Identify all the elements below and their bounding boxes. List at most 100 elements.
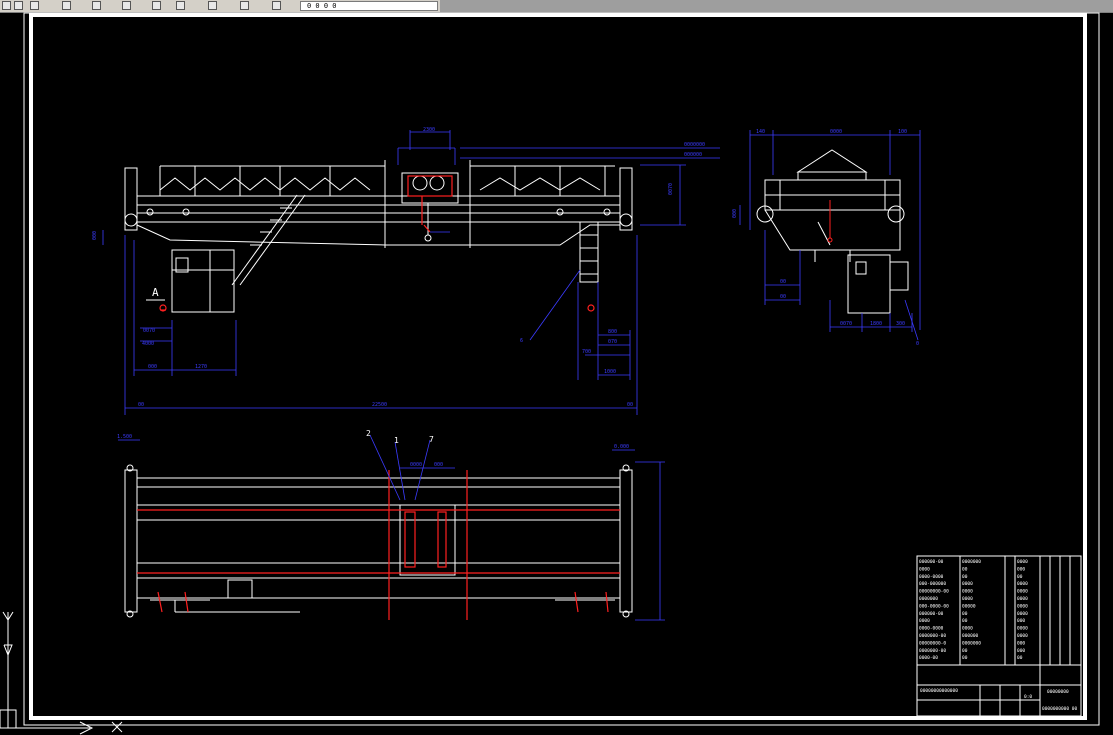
title-block-cell: 0000000-00 [919,648,946,654]
title-block-cell: 0000000 [919,596,938,602]
title-block-cell: 0000 [1017,589,1028,595]
title-block-cell: 0000 [1017,633,1028,639]
plan-dim-top-1: 0000 [410,462,422,468]
front-dim-ll-4: 1270 [195,364,207,370]
title-block-cell: 0000-0000 [919,574,944,580]
title-block-cell: 0000 [1017,626,1028,632]
title-block-cell: 000 [1017,640,1025,646]
side-dim-bottom-1: 00 [780,279,786,285]
title-block-cell: 000 [1017,566,1025,572]
snap-icon[interactable] [272,1,281,10]
plan-elev-right: 0.000 [614,444,629,450]
front-dim-right-1: 0070 [668,183,674,195]
title-block-cell: 0000-00 [919,655,938,661]
title-block-cell: 000000-00 [919,611,944,617]
block-icon[interactable] [30,1,39,10]
drawing-canvas[interactable]: 2300 0000000 000000 0070 000 0070 4000 0… [0,12,1113,735]
title-block-cell: 0000 [1017,603,1028,609]
title-block-cell: 00 [962,611,968,617]
front-dim-ll-3: 000 [148,364,157,370]
grid-icon[interactable] [240,1,249,10]
title-block-rows: 000000-0000000000-0000000-00000000000000… [919,559,1028,661]
front-dim-lr-4: 1000 [604,369,616,375]
title-block-cell: 0000 [1017,559,1028,565]
title-block-cell: 0000000-00 [919,633,946,639]
front-leader-6: 6 [520,338,523,344]
title-block-cell: 00 [1017,574,1023,580]
title-block-cell: 00 [1017,655,1023,661]
title-block-cell: 00 [962,655,968,661]
side-dim-bottom-2: 00 [780,294,786,300]
front-dim-lr-1: 800 [608,329,617,335]
title-block-cell: 00 [962,574,968,580]
zoom-icon[interactable] [152,1,161,10]
title-block-cell: 0000 [962,581,973,587]
title-block-cell: 0000 [1017,596,1028,602]
layer-dropdown[interactable]: 0 0 0 0 [300,1,438,11]
front-dim-span: 22500 [372,402,387,408]
side-view-dim-text: 140 0000 100 000 00 00 0070 1800 300 0 [732,129,919,347]
front-dim-lr-2: 070 [608,339,617,345]
title-block-cell: 0000 [962,596,973,602]
section-label-a: A [152,286,159,299]
title-block-cell: 000000 [962,633,979,639]
title-block-cell: 0000 [919,566,930,572]
plan-callout-2: 2 [366,429,371,438]
side-view-red [827,200,833,243]
title-company: 00000000000000 [920,688,958,694]
plan-callout-1: 1 [394,436,399,445]
title-block-cell: 0000000 [962,640,981,646]
title-drawing-name: 00000000 [1047,689,1069,695]
title-block-cell: 000 [1017,618,1025,624]
title-block-cell: 000000-00 [919,559,944,565]
plan-callout-7: 7 [429,435,434,444]
title-block-cell: 0000 [1017,581,1028,587]
title-block-cell: 0000 [919,618,930,624]
front-view-dim-text: 2300 0000000 000000 0070 000 0070 4000 0… [92,127,705,408]
pan-icon[interactable] [122,1,131,10]
title-block-cell: 000-000000 [919,581,946,587]
front-dim-trolley: 2300 [423,127,435,133]
title-block-cell: 00000000-0 [919,640,946,646]
undo-icon[interactable] [62,1,71,10]
front-dim-left: 000 [92,231,98,240]
title-block-cell: 00 [962,566,968,572]
side-dim-side: 000 [732,209,738,218]
side-leader-label: 0 [916,341,919,347]
front-dim-span-right: 00 [627,402,633,408]
side-view [756,149,909,314]
front-dim-ll-1: 0070 [143,328,155,334]
title-block-cell: 0000 [962,589,973,595]
title-block-cell: 00000000-00 [919,589,949,595]
front-dim-lr-3: 700 [582,349,591,355]
side-dim-top-2: 0000 [830,129,842,135]
side-dim-bottom-3: 0070 [840,321,852,327]
table-icon[interactable] [208,1,217,10]
plan-view-dims [118,434,665,621]
side-dim-bottom-5: 300 [896,321,905,327]
side-dim-bottom-4: 1800 [870,321,882,327]
title-block-cell: 00000 [962,603,976,609]
title-block-cell: 00 [962,618,968,624]
drawing-border [23,12,1100,726]
plan-elev-left: 1.500 [117,434,132,440]
title-block-cell: 000 [1017,648,1025,654]
side-dim-top-1: 140 [756,129,765,135]
title-block-cell: 0000 [1017,611,1028,617]
print-icon[interactable] [14,1,23,10]
front-dim-top-1: 0000000 [684,142,705,148]
front-dim-top-2: 000000 [684,152,702,158]
redo-icon[interactable] [92,1,101,10]
layer-icon[interactable] [2,1,11,10]
toolbar-filler [440,0,1113,12]
title-block-cell: 0000-0000 [919,626,944,632]
ucs-icon [0,611,123,735]
plan-dim-top-2: 000 [434,462,443,468]
front-dim-span-left: 00 [138,402,144,408]
plan-view-text: 1.500 0.000 0000 000 [117,434,629,468]
plan-view-callouts: 2 1 7 [366,429,434,445]
title-block-cell: 000-0000-00 [919,603,949,609]
properties-icon[interactable] [176,1,185,10]
plan-view [124,464,633,618]
front-view [124,160,633,313]
